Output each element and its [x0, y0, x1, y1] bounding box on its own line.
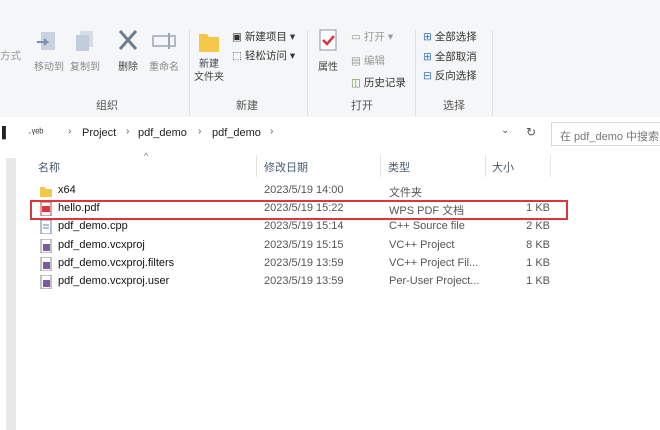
select-group-label: 选择: [443, 100, 465, 112]
filters-file-icon: [40, 256, 52, 272]
breadcrumb-chevron-icon: ›: [126, 126, 130, 137]
refresh-icon[interactable]: ↻: [526, 125, 536, 139]
file-name: pdf_demo.vcxproj.filters: [58, 256, 175, 269]
delete-button[interactable]: 删除: [113, 28, 143, 73]
breadcrumb-project[interactable]: Project: [82, 127, 116, 139]
select-none-icon: ⊞: [423, 50, 432, 63]
edit-button[interactable]: ▤ 编辑: [351, 53, 385, 68]
file-size: 8 KB: [526, 238, 550, 251]
file-type: Per-User Project...: [389, 275, 480, 287]
column-divider[interactable]: [485, 155, 486, 177]
column-name[interactable]: 名称: [38, 159, 60, 175]
file-row[interactable]: x64 2023/5/19 14:00 文件夹: [30, 182, 590, 200]
shortcut-label-partial: 方式: [0, 50, 21, 62]
file-row[interactable]: pdf_demo.vcxproj 2023/5/19 15:15 VC++ Pr…: [30, 237, 590, 255]
breadcrumb-chevron-icon: ›: [68, 126, 72, 137]
move-to-icon: [35, 28, 63, 54]
file-size: 1 KB: [526, 275, 550, 287]
properties-button[interactable]: 属性: [312, 28, 344, 73]
cpp-file-icon: [40, 219, 52, 235]
new-item-button[interactable]: ▣ 新建项目 ▾: [232, 29, 295, 44]
search-input[interactable]: 在 pdf_demo 中搜索: [551, 122, 660, 146]
rename-button[interactable]: 重命名: [146, 28, 182, 73]
ribbon: 方式 移动到 复制到 删除 重命名 组织 新建 文件夹 ▣ 新建项目 ▾ ⬚ 轻…: [0, 0, 660, 118]
select-all-button[interactable]: ⊞ 全部选择: [423, 29, 477, 44]
obscured-path-segment: ▌: [2, 127, 10, 139]
file-name: pdf_demo.cpp: [58, 220, 128, 233]
new-folder-button[interactable]: 新建 文件夹: [192, 28, 226, 84]
file-date: 2023/5/19 15:14: [264, 220, 344, 233]
open-icon: ▭: [351, 30, 361, 43]
history-icon: ◫: [351, 76, 361, 89]
column-type[interactable]: 类型: [388, 159, 410, 175]
highlight-box: [30, 200, 568, 220]
user-file-icon: [40, 274, 52, 290]
move-to-button[interactable]: 移动到: [32, 28, 66, 73]
easy-access-button[interactable]: ⬚ 轻松访问 ▾: [232, 48, 295, 63]
breadcrumb-chevron-icon: ›: [198, 126, 202, 137]
column-date[interactable]: 修改日期: [264, 159, 308, 175]
new-group-label: 新建: [236, 100, 258, 112]
vcxproj-file-icon: [40, 238, 52, 254]
column-size[interactable]: 大小: [492, 159, 514, 175]
file-name: x64: [58, 184, 76, 196]
file-type: 文件夹: [389, 187, 422, 199]
file-type: VC++ Project Fil...: [389, 256, 479, 269]
file-type: VC++ Project: [389, 238, 455, 251]
file-name: pdf_demo.vcxproj: [58, 238, 145, 251]
obscured-path-text: ·ᵞᵉᵇ: [28, 127, 44, 139]
rename-icon: [150, 28, 178, 54]
new-folder-icon: [195, 28, 223, 54]
file-row[interactable]: pdf_demo.cpp 2023/5/19 15:14 C++ Source …: [30, 218, 590, 236]
breadcrumb-chevron-icon: ›: [270, 126, 274, 137]
address-dropdown-chevron-icon[interactable]: ⌄: [501, 125, 509, 136]
easy-access-icon: ⬚: [232, 49, 242, 62]
select-none-button[interactable]: ⊞ 全部取消: [423, 49, 477, 64]
nav-scrollbar[interactable]: [6, 158, 16, 430]
file-name: pdf_demo.vcxproj.user: [58, 275, 170, 287]
ribbon-divider: [189, 30, 190, 116]
column-divider[interactable]: [256, 155, 257, 177]
file-size: 2 KB: [526, 220, 550, 233]
breadcrumb-pdf-demo-current[interactable]: pdf_demo: [212, 127, 261, 139]
file-date: 2023/5/19 15:15: [264, 238, 344, 251]
folder-icon: [40, 184, 52, 198]
history-button[interactable]: ◫ 历史记录: [351, 75, 406, 90]
delete-x-icon: [114, 28, 142, 54]
copy-to-button[interactable]: 复制到: [68, 28, 102, 73]
file-date: 2023/5/19 14:00: [264, 184, 344, 196]
ribbon-divider: [307, 30, 308, 116]
organize-group-label: 组织: [96, 100, 118, 112]
new-item-icon: ▣: [232, 30, 242, 43]
select-all-icon: ⊞: [423, 30, 432, 43]
file-type: C++ Source file: [389, 220, 465, 233]
chevron-down-icon: ▾: [289, 30, 296, 43]
column-header: ^ 名称 修改日期 类型 大小: [22, 151, 660, 177]
breadcrumb-pdf-demo[interactable]: pdf_demo: [138, 127, 187, 139]
copy-to-icon: [71, 28, 99, 54]
ribbon-divider: [415, 30, 416, 116]
ribbon-divider: [492, 30, 493, 116]
edit-icon: ▤: [351, 54, 361, 67]
chevron-down-icon: ▾: [289, 49, 296, 62]
column-divider[interactable]: [380, 155, 381, 177]
chevron-down-icon: ▾: [387, 30, 394, 43]
file-date: 2023/5/19 13:59: [264, 275, 344, 287]
open-group-label: 打开: [351, 100, 373, 112]
file-row[interactable]: pdf_demo.vcxproj.filters 2023/5/19 13:59…: [30, 255, 590, 273]
open-button[interactable]: ▭ 打开 ▾: [351, 29, 393, 44]
properties-check-icon: [314, 28, 342, 54]
sort-up-icon: ^: [144, 151, 149, 161]
file-date: 2023/5/19 13:59: [264, 256, 344, 269]
invert-selection-button[interactable]: ⊟ 反向选择: [423, 68, 477, 83]
file-row[interactable]: pdf_demo.vcxproj.user 2023/5/19 13:59 Pe…: [30, 273, 590, 291]
column-divider[interactable]: [550, 155, 551, 177]
invert-selection-icon: ⊟: [423, 69, 432, 82]
file-size: 1 KB: [526, 256, 550, 269]
